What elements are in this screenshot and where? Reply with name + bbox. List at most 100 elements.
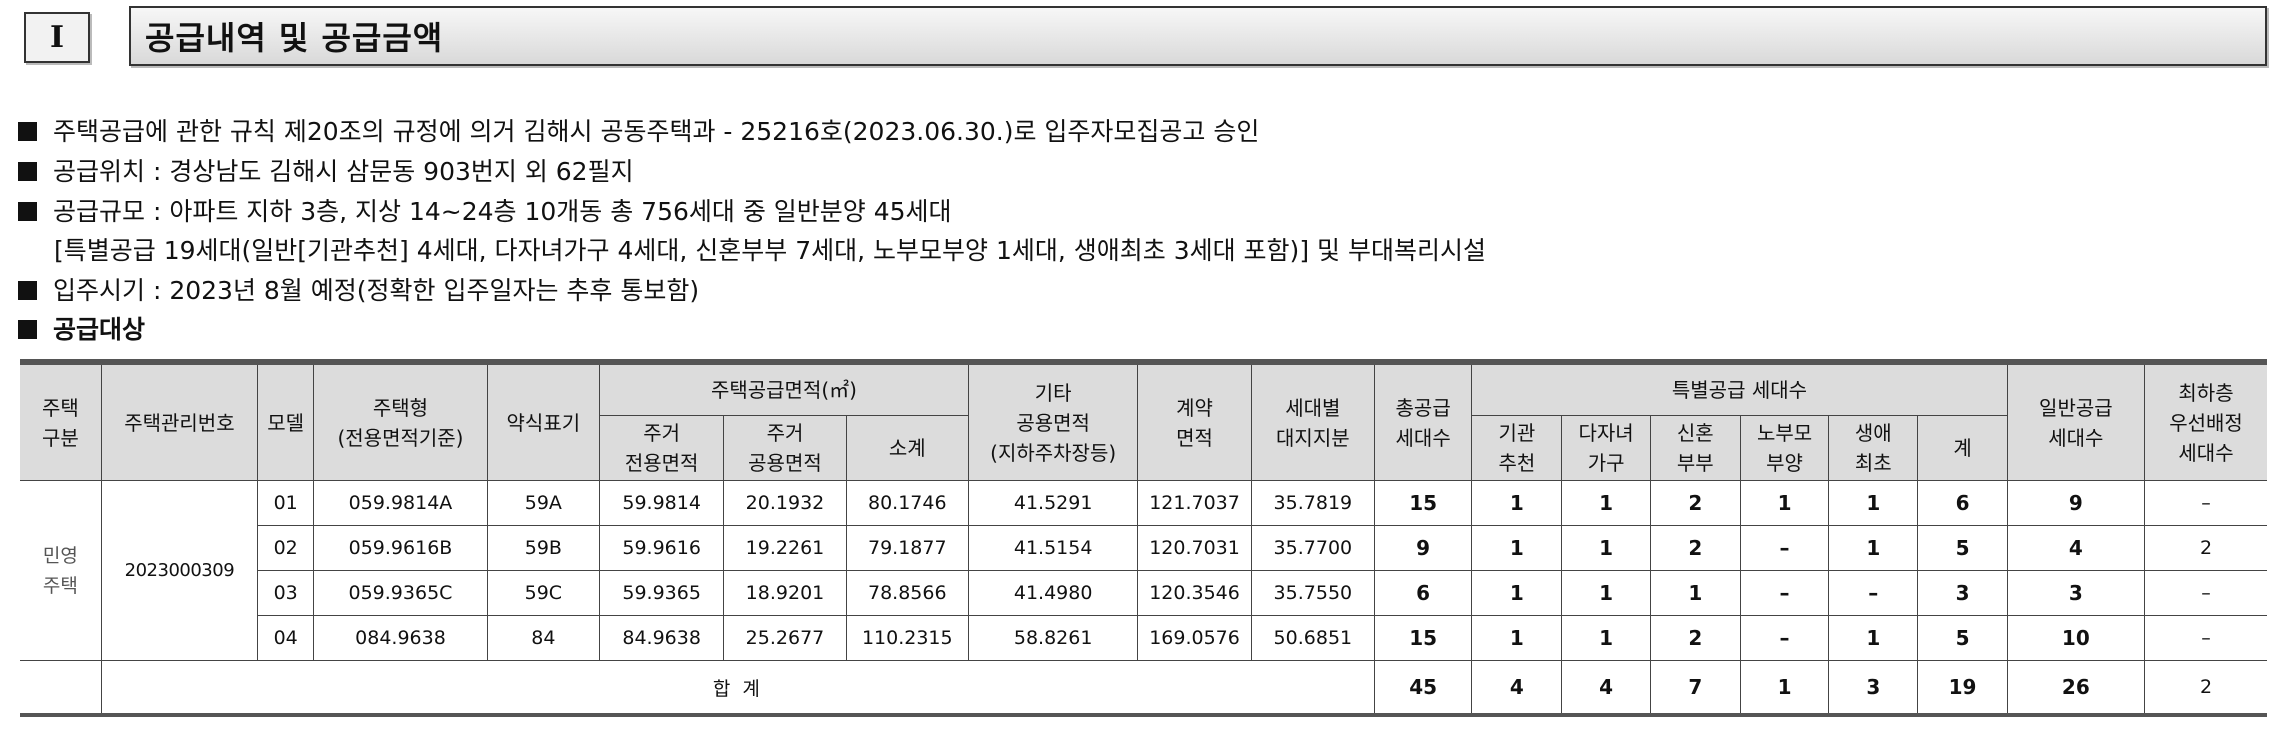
col-elderly-parent: 노부모 부양 bbox=[1739, 415, 1830, 481]
total-lowest-floor: 2 bbox=[2144, 660, 2267, 715]
newlywed-cell: 1 bbox=[1649, 570, 1741, 616]
total-supply-cell: 15 bbox=[1373, 615, 1473, 661]
total-supply-cell: 15 bbox=[1373, 480, 1473, 526]
total-label: 합 계 bbox=[100, 660, 1376, 715]
contract-area-cell: 120.7031 bbox=[1137, 525, 1252, 571]
multi-child-cell: 1 bbox=[1561, 525, 1651, 571]
model-cell: 03 bbox=[257, 570, 315, 616]
subtotal-cell: 110.2315 bbox=[845, 615, 969, 661]
common-area-cell: 19.2261 bbox=[723, 525, 847, 571]
common-area-cell: 25.2677 bbox=[723, 615, 847, 661]
newlywed-cell: 2 bbox=[1649, 525, 1741, 571]
col-housing-type: 주택 구분 bbox=[20, 361, 102, 481]
info-text: 공급위치 : 경상남도 김해시 삼문동 903번지 외 62필지 bbox=[53, 157, 634, 186]
bullet-square-icon bbox=[18, 202, 37, 221]
unit-type-cell: 059.9814A bbox=[313, 480, 488, 526]
info-text: 공급대상 bbox=[53, 315, 146, 344]
special-sum-cell: 5 bbox=[1917, 615, 2008, 661]
supply-table: 주택 구분 주택관리번호 모델 주택형 (전용면적기준) 약식표기 주택공급면적… bbox=[20, 359, 2267, 717]
first-time-cell: 1 bbox=[1828, 615, 1919, 661]
lowest-floor-cell: – bbox=[2144, 480, 2267, 526]
info-line-scale: 공급규모 : 아파트 지하 3층, 지상 14~24층 10개동 총 756세대… bbox=[18, 197, 952, 227]
other-common-cell: 58.8261 bbox=[967, 615, 1139, 661]
newlywed-cell: 2 bbox=[1649, 480, 1741, 526]
info-text: 공급규모 : 아파트 지하 3층, 지상 14~24층 10개동 총 756세대… bbox=[53, 197, 952, 226]
total-supply-cell: 9 bbox=[1373, 525, 1473, 571]
other-common-cell: 41.5154 bbox=[967, 525, 1139, 571]
private-area-cell: 59.9814 bbox=[598, 480, 725, 526]
total-first-time: 3 bbox=[1828, 660, 1919, 715]
unit-type-cell: 059.9365C bbox=[313, 570, 488, 616]
table-total-row: 합 계 45 4 4 7 1 3 19 26 2 bbox=[20, 660, 2267, 715]
unit-type-cell: 084.9638 bbox=[313, 615, 488, 661]
info-line-supply-target: 공급대상 bbox=[18, 315, 145, 345]
col-management-no: 주택관리번호 bbox=[100, 361, 259, 481]
general-supply-cell: 9 bbox=[2006, 480, 2146, 526]
institution-cell: 1 bbox=[1471, 525, 1563, 571]
contract-area-cell: 121.7037 bbox=[1137, 480, 1252, 526]
first-time-cell: 1 bbox=[1828, 480, 1919, 526]
bullet-square-icon bbox=[18, 281, 37, 300]
other-common-cell: 41.4980 bbox=[967, 570, 1139, 616]
institution-cell: 1 bbox=[1471, 480, 1563, 526]
land-share-cell: 35.7819 bbox=[1250, 480, 1376, 526]
col-lowest-floor: 최하층 우선배정 세대수 bbox=[2144, 361, 2267, 481]
newlywed-cell: 2 bbox=[1649, 615, 1741, 661]
general-supply-cell: 4 bbox=[2006, 525, 2146, 571]
col-newlywed: 신혼 부부 bbox=[1649, 415, 1741, 481]
short-label-cell: 59C bbox=[486, 570, 600, 616]
private-area-cell: 59.9365 bbox=[598, 570, 725, 616]
unit-type-cell: 059.9616B bbox=[313, 525, 488, 571]
info-line-approval: 주택공급에 관한 규칙 제20조의 규정에 의거 김해시 공동주택과 - 252… bbox=[18, 117, 1259, 147]
total-supply-cell: 6 bbox=[1373, 570, 1473, 616]
multi-child-cell: 1 bbox=[1561, 480, 1651, 526]
private-area-cell: 59.9616 bbox=[598, 525, 725, 571]
subtotal-cell: 80.1746 bbox=[845, 480, 969, 526]
special-sum-cell: 5 bbox=[1917, 525, 2008, 571]
special-sum-cell: 3 bbox=[1917, 570, 2008, 616]
lowest-floor-cell: – bbox=[2144, 615, 2267, 661]
multi-child-cell: 1 bbox=[1561, 615, 1651, 661]
bullet-square-icon bbox=[18, 320, 37, 339]
info-text: 입주시기 : 2023년 8월 예정(정확한 입주일자는 추후 통보함) bbox=[53, 276, 700, 305]
contract-area-cell: 120.3546 bbox=[1137, 570, 1252, 616]
special-sum-cell: 6 bbox=[1917, 480, 2008, 526]
general-supply-cell: 10 bbox=[2006, 615, 2146, 661]
table-row: 민영 주택 2023000309 01 059.9814A 59A 59.981… bbox=[20, 480, 2267, 661]
land-share-cell: 35.7550 bbox=[1250, 570, 1376, 616]
lowest-floor-cell: – bbox=[2144, 570, 2267, 616]
table-row: 03 059.9365C 59C 59.9365 18.9201 78.8566… bbox=[20, 570, 2267, 616]
col-institution: 기관 추천 bbox=[1471, 415, 1563, 481]
table-row: 02 059.9616B 59B 59.9616 19.2261 79.1877… bbox=[20, 525, 2267, 571]
model-cell: 04 bbox=[257, 615, 315, 661]
housing-type-cell: 민영 주택 bbox=[20, 480, 102, 661]
col-general-supply: 일반공급 세대수 bbox=[2006, 361, 2146, 481]
col-special-group: 특별공급 세대수 bbox=[1471, 361, 2008, 416]
contract-area-cell: 169.0576 bbox=[1137, 615, 1252, 661]
col-land-share: 세대별 대지지분 bbox=[1250, 361, 1376, 481]
common-area-cell: 18.9201 bbox=[723, 570, 847, 616]
col-first-time: 생애 최초 bbox=[1828, 415, 1919, 481]
common-area-cell: 20.1932 bbox=[723, 480, 847, 526]
general-supply-cell: 3 bbox=[2006, 570, 2146, 616]
section-number-box: I bbox=[24, 12, 90, 63]
total-general-supply: 26 bbox=[2006, 660, 2146, 715]
short-label-cell: 84 bbox=[486, 615, 600, 661]
table-header-row: 주택 구분 주택관리번호 모델 주택형 (전용면적기준) 약식표기 주택공급면적… bbox=[20, 361, 2267, 481]
total-multi-child: 4 bbox=[1561, 660, 1651, 715]
subtotal-cell: 79.1877 bbox=[845, 525, 969, 571]
col-multi-child: 다자녀 가구 bbox=[1561, 415, 1651, 481]
bullet-square-icon bbox=[18, 162, 37, 181]
land-share-cell: 50.6851 bbox=[1250, 615, 1376, 661]
elderly-parent-cell: – bbox=[1739, 615, 1830, 661]
total-elderly-parent: 1 bbox=[1739, 660, 1830, 715]
bullet-square-icon bbox=[18, 122, 37, 141]
land-share-cell: 35.7700 bbox=[1250, 525, 1376, 571]
col-contract-area: 계약 면적 bbox=[1137, 361, 1252, 481]
total-blank-cell bbox=[20, 660, 102, 715]
total-special-sum: 19 bbox=[1917, 660, 2008, 715]
management-no-cell: 2023000309 bbox=[100, 480, 259, 661]
short-label-cell: 59A bbox=[486, 480, 600, 526]
col-subtotal: 소계 bbox=[845, 415, 969, 481]
institution-cell: 1 bbox=[1471, 570, 1563, 616]
